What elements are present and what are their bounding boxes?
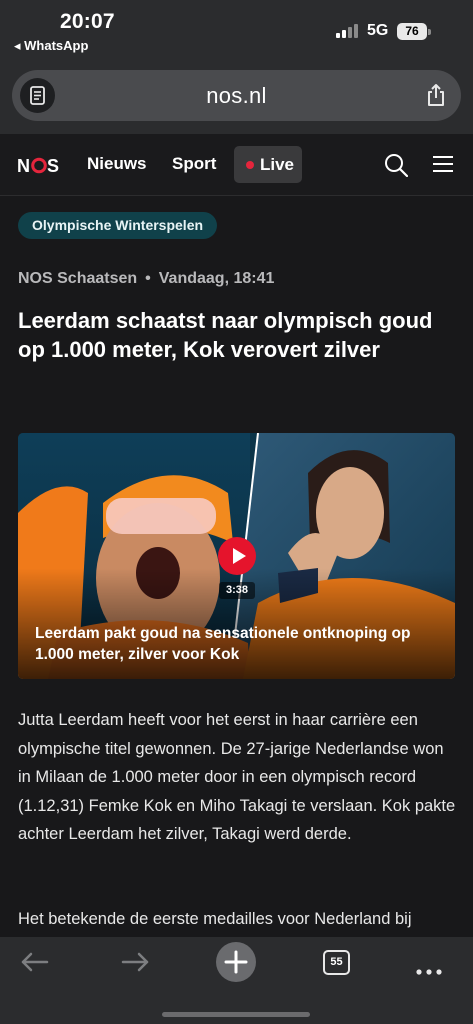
browser-address-area: nos.nl [0,62,473,134]
site-header: N S Nieuws Sport Live [0,134,473,196]
live-button[interactable]: Live [234,146,302,183]
home-indicator [162,1012,310,1017]
tab-switcher-button[interactable]: 55 [323,950,350,975]
nav-item-sport[interactable]: Sport [172,154,216,174]
url-text[interactable]: nos.nl [12,83,461,109]
network-type: 5G [367,22,389,39]
svg-text:S: S [47,156,59,174]
article-headline: Leerdam schaatst naar olympisch goud op … [18,308,433,362]
address-bar[interactable]: nos.nl [12,70,461,121]
search-icon[interactable] [384,153,409,178]
article-time: Vandaag, 18:41 [158,270,275,287]
article-paragraph: Jutta Leerdam heeft voor het eerst in ha… [18,711,456,843]
forward-arrow-icon[interactable] [115,947,155,987]
back-arrow-icon[interactable] [15,947,55,987]
article-source: NOS Schaatsen [18,270,138,287]
article-meta: NOS Schaatsen • Vandaag, 18:41 [18,270,274,288]
category-tag[interactable]: Olympische Winterspelen [18,212,218,239]
live-label: Live [260,155,295,174]
battery-level: 76 [397,23,427,40]
play-icon[interactable] [218,537,256,575]
status-bar: 20:07 ◂ WhatsApp 5G 76 [0,0,473,62]
nos-logo[interactable]: N S [17,156,63,176]
battery-icon [428,29,431,35]
svg-text:N: N [17,156,30,174]
hamburger-menu-icon[interactable] [433,155,453,173]
video-duration: 3:38 [219,582,255,599]
plus-icon[interactable] [216,942,256,982]
back-to-app-link[interactable]: ◂ WhatsApp [14,38,88,54]
video-caption: Leerdam pakt goud na sensationele ontkno… [35,625,411,663]
signal-icon [336,24,360,38]
status-time: 20:07 [60,10,115,33]
more-icon[interactable] [409,947,449,987]
video-player[interactable]: 3:38 Leerdam pakt goud na sensationele o… [18,433,455,679]
nav-item-nieuws[interactable]: Nieuws [87,154,147,174]
share-icon[interactable] [425,83,447,107]
meta-separator: • [145,270,151,287]
article-paragraph: Het betekende de eerste medailles voor N… [18,910,412,928]
live-dot-icon [246,161,254,169]
browser-toolbar: 55 [0,937,473,1024]
